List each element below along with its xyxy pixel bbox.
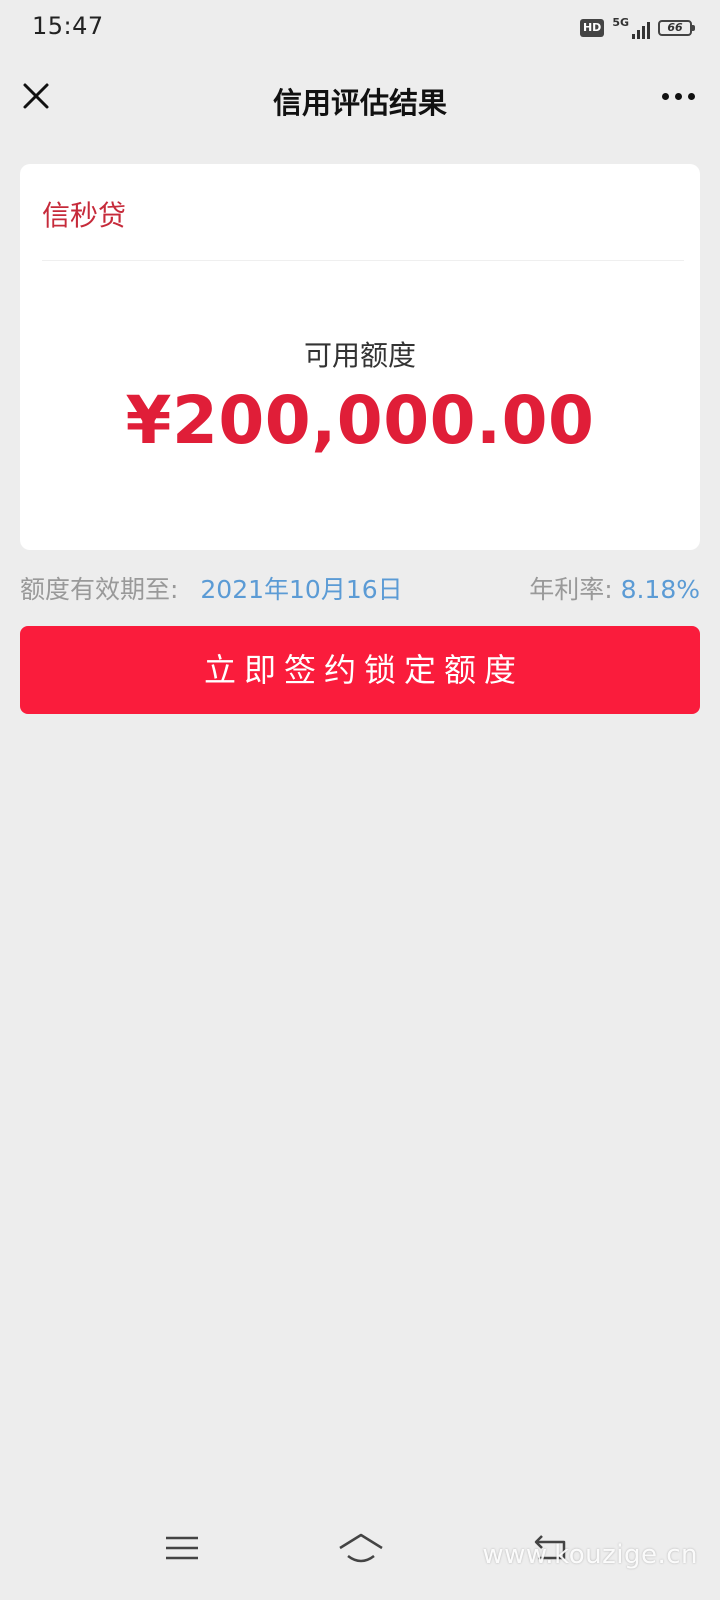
- network-type: 5G: [612, 16, 629, 29]
- battery-icon: 66: [658, 20, 695, 36]
- more-button[interactable]: [656, 80, 700, 112]
- nav-bar: 信用评估结果: [0, 56, 720, 144]
- more-dot-icon: [661, 92, 669, 100]
- card-divider: [42, 260, 684, 261]
- validity-label: 额度有效期至:: [20, 575, 179, 604]
- validity-info: 额度有效期至: 2021年10月16日: [20, 570, 403, 606]
- close-button[interactable]: [16, 76, 56, 116]
- menu-button[interactable]: [162, 1530, 202, 1566]
- page-title: 信用评估结果: [272, 86, 447, 120]
- battery-level: 66: [667, 21, 683, 34]
- home-icon: [339, 1533, 383, 1563]
- rate-value: 8.18%: [620, 575, 700, 604]
- info-row: 额度有效期至: 2021年10月16日 年利率: 8.18%: [20, 570, 700, 606]
- limit-amount: ¥200,000.00: [125, 382, 595, 459]
- rate-info: 年利率: 8.18%: [529, 570, 700, 606]
- status-indicators: HD 5G 66: [579, 16, 695, 40]
- more-dot-icon: [687, 92, 695, 100]
- more-dot-icon: [674, 92, 682, 100]
- signal-bars-icon: [632, 21, 650, 39]
- home-button[interactable]: [336, 1530, 386, 1570]
- sign-lock-limit-button[interactable]: 立即签约锁定额度: [20, 626, 700, 714]
- rate-label: 年利率:: [529, 575, 613, 604]
- validity-value: 2021年10月16日: [200, 575, 403, 604]
- credit-result-card: 信秒贷 可用额度 ¥200,000.00: [20, 164, 700, 550]
- status-time: 15:47: [32, 12, 104, 40]
- signal-icon: 5G: [612, 17, 650, 39]
- status-bar: 15:47 HD 5G 66: [0, 0, 720, 56]
- watermark-text: www.kouzige.cn: [482, 1540, 698, 1570]
- limit-label: 可用额度: [303, 339, 416, 372]
- close-icon: [23, 83, 49, 109]
- product-name: 信秒贷: [42, 199, 127, 232]
- menu-icon: [166, 1536, 198, 1560]
- hd-icon: HD: [579, 19, 605, 37]
